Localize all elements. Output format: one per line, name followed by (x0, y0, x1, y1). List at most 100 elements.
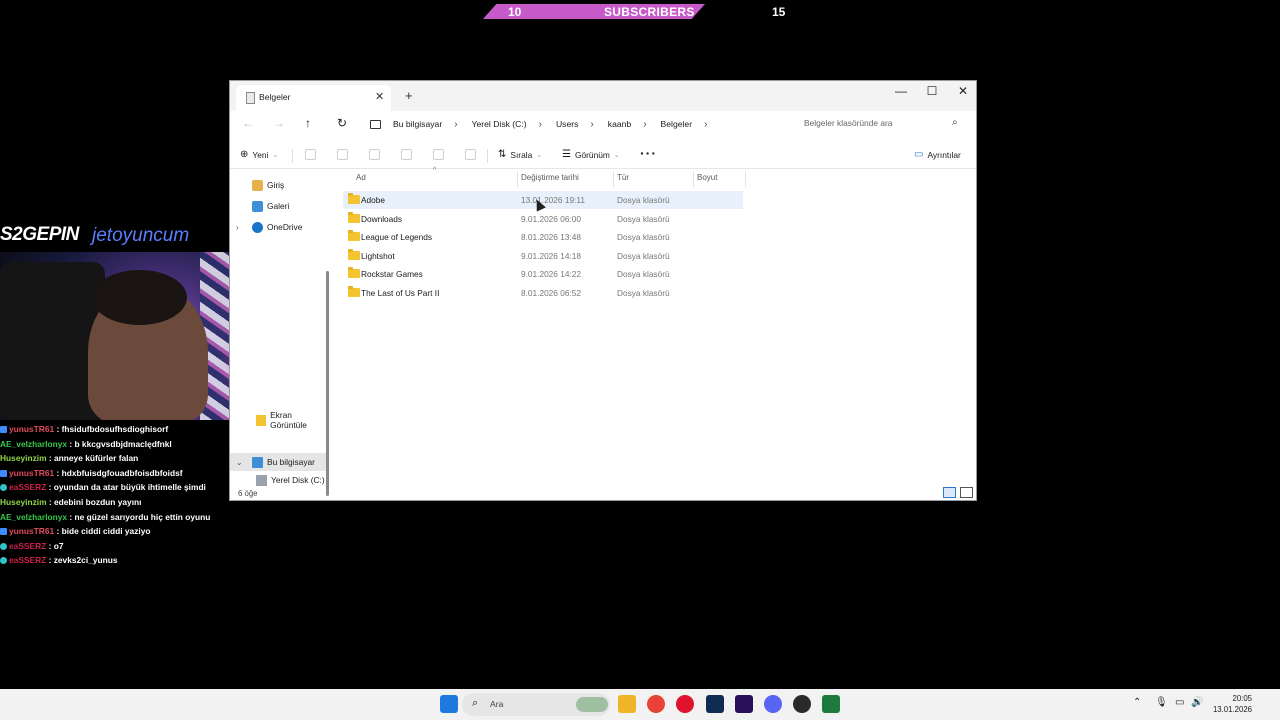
up-button[interactable]: ↑ (305, 116, 311, 130)
file-modified: 8.01.2026 06:52 (521, 288, 581, 298)
chevron-right-icon[interactable]: › (704, 119, 707, 130)
delete-icon[interactable] (465, 149, 476, 160)
file-explorer-icon[interactable] (618, 695, 636, 713)
folder-icon (348, 267, 360, 279)
column-name[interactable]: Ad (356, 173, 366, 182)
file-name: League of Legends (361, 232, 433, 243)
folder-icon (256, 414, 267, 426)
breadcrumb-kaanb[interactable]: kaanb (608, 119, 631, 129)
volume-icon[interactable]: 🔊 (1191, 697, 1203, 708)
nav-pane-scrollbar[interactable] (326, 271, 329, 496)
file-row[interactable]: The Last of Us Part II 8.01.2026 06:52 Dos… (343, 284, 743, 302)
nav-gallery-label: Galeri (267, 201, 290, 211)
sort-button[interactable]: ⇅ Sırala ⌄ (498, 149, 542, 160)
terminal-icon[interactable] (822, 695, 841, 713)
chat-text: bide ciddi ciddi yaziyo (61, 526, 151, 537)
file-type: Dosya klasörü (617, 213, 670, 224)
chevron-up-icon[interactable]: ⌃ (1133, 697, 1141, 708)
system-clock[interactable]: 20:05 13.01.2026 (1208, 693, 1252, 715)
nav-onedrive-label: OneDrive (267, 222, 303, 232)
tiles-view-icon[interactable] (960, 487, 973, 498)
chevron-right-icon[interactable]: › (590, 119, 593, 130)
minimize-button[interactable]: — (890, 84, 912, 98)
refresh-button[interactable]: ↻ (337, 116, 347, 130)
details-button[interactable]: ▭ Ayrıntılar (914, 149, 961, 160)
search-highlight-image (576, 697, 608, 712)
premiere-icon[interactable] (734, 695, 753, 713)
search-box[interactable]: Belgeler klasöründe ara ⌕ (796, 113, 966, 135)
breadcrumb-local-disk[interactable]: Yerel Disk (C:) (472, 119, 527, 129)
chevron-down-icon: ⌄ (272, 151, 279, 159)
opera-icon[interactable] (676, 695, 695, 713)
microphone-icon[interactable]: 🎙 (1155, 697, 1168, 708)
breadcrumb-users[interactable]: Users (556, 119, 578, 129)
share-icon[interactable] (433, 149, 444, 160)
new-label: Yeni (252, 149, 269, 160)
chevron-down-icon[interactable]: ⌄ (236, 458, 243, 467)
chat-text: fhsidufbdosufhsdioghisorf (61, 424, 169, 434)
column-divider[interactable] (745, 171, 746, 187)
network-icon[interactable]: ▭ (1175, 697, 1184, 708)
chevron-right-icon[interactable]: › (539, 119, 542, 130)
nav-item-this-pc[interactable]: ⌄ Bu bilgisayar (230, 453, 326, 471)
chevron-right-icon[interactable]: › (643, 119, 646, 130)
column-divider[interactable] (613, 171, 614, 187)
plus-circle-icon: ⊕ (240, 149, 249, 160)
breadcrumb-this-pc[interactable]: Bu bilgisayar (393, 119, 442, 129)
chat-username: Huseyinzim (0, 496, 47, 507)
chat-text: hdxbfuisdgfouadbfoisdbfoidsf (61, 467, 183, 478)
back-button[interactable]: ← (242, 116, 254, 130)
column-divider[interactable] (693, 171, 694, 187)
obs-icon[interactable] (793, 695, 812, 713)
discord-icon[interactable] (764, 695, 782, 713)
new-button[interactable]: ⊕ Yeni ⌄ (240, 149, 278, 160)
close-tab-icon[interactable]: ✕ (375, 90, 384, 103)
tab-belgeler[interactable]: Belgeler ✕ (236, 85, 391, 111)
file-row[interactable]: League of Legends 8.01.2026 13:48 Dosya kl… (343, 228, 743, 246)
file-type: Dosya klasörü (617, 232, 670, 243)
chat-text: o7 (53, 540, 64, 551)
file-row[interactable]: Rockstar Games 9.01.2026 14:22 Dosya klasö… (343, 265, 743, 283)
column-size[interactable]: Boyut (697, 173, 717, 182)
chat-username: eaSSERZ (9, 555, 47, 566)
taskbar-search[interactable]: ⌕ Ara (462, 693, 610, 716)
maximize-button[interactable]: ☐ (921, 84, 943, 98)
new-tab-button[interactable]: + (405, 88, 413, 103)
chevron-right-icon[interactable]: › (454, 119, 457, 130)
paste-icon[interactable] (369, 149, 380, 160)
cut-icon[interactable] (305, 149, 316, 160)
view-button[interactable]: ☰ Görünüm ⌄ (562, 149, 620, 160)
file-name: Lightshot (361, 250, 395, 261)
nav-item-onedrive[interactable]: › OneDrive (230, 218, 326, 236)
chevron-down-icon: ⌄ (536, 151, 543, 159)
chat-separator: : (46, 453, 54, 464)
file-modified: 13.01.2026 19:11 (521, 195, 585, 205)
column-type[interactable]: Tür (617, 173, 629, 182)
nav-item-home[interactable]: Giriş (230, 176, 326, 194)
chat-badge-icon (0, 426, 7, 433)
photoshop-icon[interactable] (705, 695, 724, 713)
file-row[interactable]: Downloads 9.01.2026 06:00 Dosya klasörü (343, 210, 743, 228)
file-row[interactable]: Lightshot 9.01.2026 14:18 Dosya klasörü (343, 247, 743, 265)
column-divider[interactable] (517, 171, 518, 187)
folder-icon (348, 248, 360, 260)
column-modified[interactable]: Değiştirme tarihi (521, 173, 579, 182)
chat-text: edebini bozdun yayını (54, 496, 142, 507)
chrome-icon[interactable] (647, 695, 666, 713)
forward-button[interactable]: → (273, 116, 285, 130)
breadcrumb[interactable]: Bu bilgisayar › Yerel Disk (C:) › Users … (370, 115, 721, 133)
subscriber-label: SUBSCRIBERS (604, 5, 695, 19)
copy-icon[interactable] (337, 149, 348, 160)
nav-item-gallery[interactable]: Galeri (230, 197, 326, 215)
search-icon[interactable]: ⌕ (952, 117, 958, 128)
search-input[interactable]: Belgeler klasöründe ara (804, 118, 892, 128)
more-options-icon[interactable]: ··· (640, 145, 657, 161)
start-windows-icon[interactable] (440, 695, 458, 713)
rename-icon[interactable] (401, 149, 412, 160)
breadcrumb-belgeler[interactable]: Belgeler (661, 119, 693, 129)
details-view-icon[interactable] (943, 487, 956, 498)
nav-item-screenshots[interactable]: Ekran Görüntüle (230, 410, 326, 430)
close-window-button[interactable]: ✕ (952, 84, 974, 98)
chevron-right-icon[interactable]: › (236, 223, 239, 232)
file-name: Rockstar Games (361, 269, 423, 280)
